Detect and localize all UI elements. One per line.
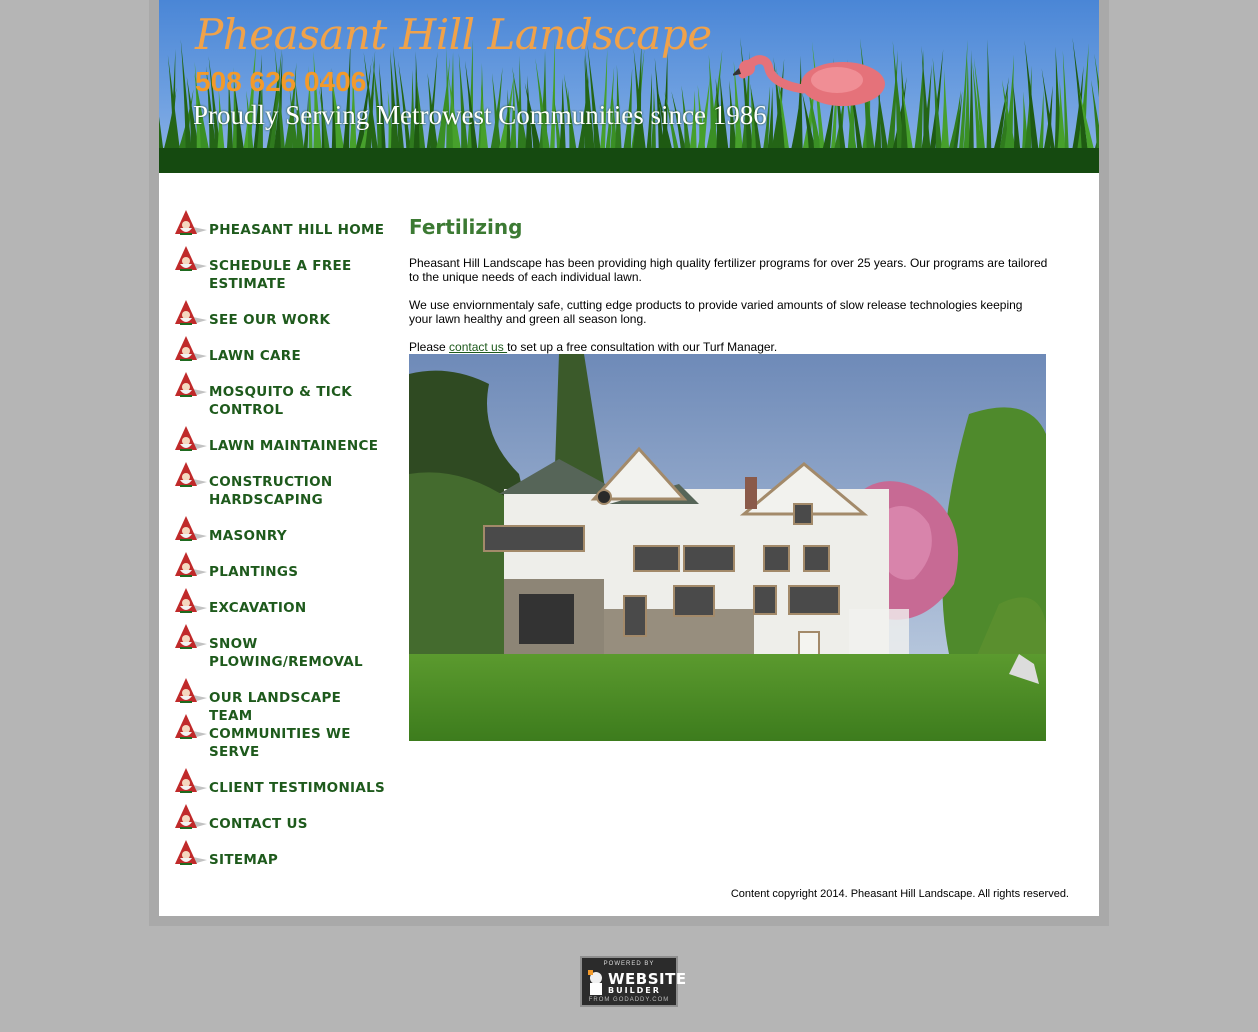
nav-item[interactable]: CLIENT TESTIMONIALS xyxy=(173,766,389,797)
page-title: Fertilizing xyxy=(409,215,523,239)
badge-line4: FROM GODADDY.COM xyxy=(588,997,670,1003)
paragraph-products: We use enviornmentaly safe, cutting edge… xyxy=(409,298,1023,326)
site-phone: 508 626 0406 xyxy=(195,66,367,97)
gnome-icon xyxy=(175,678,207,703)
contact-text-before: Please xyxy=(409,340,450,354)
gnome-icon xyxy=(175,336,207,361)
contact-us-link[interactable]: contact us xyxy=(449,340,507,354)
nav-item-label: MASONRY xyxy=(209,528,287,544)
nav-item-label: SEE OUR WORK xyxy=(209,312,331,328)
paragraph-intro: Pheasant Hill Landscape has been providi… xyxy=(409,256,1048,284)
site-tagline: Proudly Serving Metrowest Communities si… xyxy=(193,100,767,130)
nav-item[interactable]: CONTACT US xyxy=(173,802,389,833)
gnome-icon xyxy=(175,624,207,649)
nav-item-label: SITEMAP xyxy=(209,852,279,868)
nav-item[interactable]: LAWN MAINTAINENCE xyxy=(173,424,389,455)
contact-text-after: to set up a free consultation with our T… xyxy=(507,340,778,354)
gnome-icon xyxy=(175,768,207,793)
gnome-icon xyxy=(175,516,207,541)
nav-item[interactable]: CONSTRUCTION HARDSCAPING xyxy=(173,460,389,509)
page-container: Pheasant Hill Landscape 508 626 0406 Pro… xyxy=(159,0,1099,916)
nav-item-label: CONTACT US xyxy=(209,816,308,832)
nav-item[interactable]: MASONRY xyxy=(173,514,389,545)
site-header: Pheasant Hill Landscape 508 626 0406 Pro… xyxy=(159,0,1099,173)
house-photo xyxy=(409,354,1046,741)
gnome-icon xyxy=(175,804,207,829)
nav-item-label: CLIENT TESTIMONIALS xyxy=(209,780,386,796)
paragraph-contact: Please contact us to set up a free consu… xyxy=(409,340,1049,354)
nav-item-label: EXCAVATION xyxy=(209,600,307,616)
site-title: Pheasant Hill Landscape xyxy=(195,10,712,59)
header-grass-band xyxy=(159,148,1099,173)
nav-item[interactable]: SEE OUR WORK xyxy=(173,298,389,329)
nav-item[interactable]: SNOW PLOWING/REMOVAL xyxy=(173,622,389,671)
nav-item[interactable]: PLANTINGS xyxy=(173,550,389,581)
nav-item[interactable]: MOSQUITO & TICK CONTROL xyxy=(173,370,389,419)
builder-mascot-icon xyxy=(588,970,602,995)
nav-item-label: COMMUNITIES WE SERVE xyxy=(209,726,351,760)
nav-item[interactable]: EXCAVATION xyxy=(173,586,389,617)
gnome-icon xyxy=(175,588,207,613)
main-content: Fertilizing Pheasant Hill Landscape has … xyxy=(409,215,1049,354)
nav-item-label: SCHEDULE A FREE ESTIMATE xyxy=(209,258,352,292)
nav-item-label: LAWN MAINTAINENCE xyxy=(209,438,379,454)
gnome-icon xyxy=(175,462,207,487)
nav-item-label: MOSQUITO & TICK CONTROL xyxy=(209,384,353,418)
footer-copyright: Content copyright 2014. Pheasant Hill La… xyxy=(730,888,1069,900)
nav-item-label: CONSTRUCTION HARDSCAPING xyxy=(209,474,333,508)
nav-item[interactable]: SITEMAP xyxy=(173,838,389,869)
nav-item[interactable]: SCHEDULE A FREE ESTIMATE xyxy=(173,244,389,293)
gnome-icon xyxy=(175,210,207,235)
gnome-icon xyxy=(175,840,207,865)
gnome-icon xyxy=(175,246,207,271)
nav-item[interactable]: LAWN CARE xyxy=(173,334,389,365)
powered-by-badge[interactable]: POWERED BY WEBSITE BUILDER FROM GODADDY.… xyxy=(580,956,686,1007)
nav-item-label: PLANTINGS xyxy=(209,564,299,580)
gnome-icon xyxy=(175,426,207,451)
gnome-icon xyxy=(175,552,207,577)
gnome-icon xyxy=(175,372,207,397)
badge-line3: BUILDER xyxy=(608,986,661,995)
nav-item-label: PHEASANT HILL HOME xyxy=(209,222,385,238)
badge-line1: POWERED BY xyxy=(603,961,655,967)
nav-item-label: LAWN CARE xyxy=(209,348,302,364)
nav-item-label: SNOW PLOWING/REMOVAL xyxy=(209,636,363,670)
nav-item[interactable]: COMMUNITIES WE SERVE xyxy=(173,712,389,761)
gnome-icon xyxy=(175,300,207,325)
nav-item[interactable]: PHEASANT HILL HOME xyxy=(173,208,389,239)
house-image xyxy=(409,354,1046,741)
gnome-icon xyxy=(175,714,207,739)
